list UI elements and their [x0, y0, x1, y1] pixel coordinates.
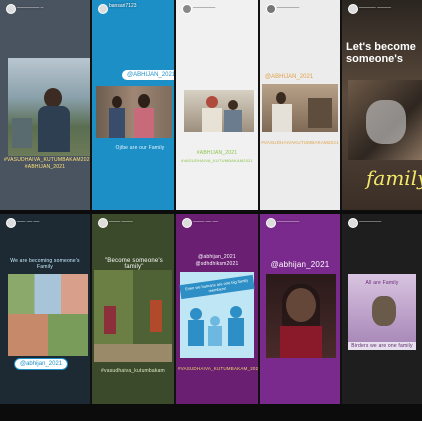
story-illustration: Even we humans are one big family member…: [179, 272, 255, 358]
story-username: ________: [277, 217, 300, 223]
story-card-4[interactable]: ________ @ABHIJAN_2021 #VASUDHAIVAKUTUMB…: [260, 0, 340, 210]
avatar: [6, 218, 16, 228]
story-card-8[interactable]: ____ __ __ @abhijan_2021 @sdhdhiksm2021 …: [176, 214, 258, 404]
story-hashtag: #vasudhaiva_kutumbakam: [101, 368, 165, 374]
avatar: [182, 218, 192, 228]
story-photo: [184, 90, 254, 132]
story-hashtag: #VASUDHAIVA_KUTUMBAKAM2021: [181, 158, 253, 163]
avatar: [266, 4, 276, 14]
story-photo: All are Family: [348, 274, 416, 344]
story-hashtag: #VASUDHAIVA_KUTUMBAKAM2021: [4, 157, 90, 163]
story-username: ________: [359, 217, 382, 223]
avatar: [266, 218, 276, 228]
avatar: [348, 218, 358, 228]
bottom-bar: [0, 404, 422, 421]
story-hashtag: #VASUDHAIVA_KUTUMBAKAM_2021: [178, 366, 258, 371]
story-mention-tag: @abhijan_2021: [14, 358, 69, 370]
avatar: [182, 4, 192, 14]
story-username: ________: [277, 3, 300, 9]
story-caption: We are becoming someone's Family: [10, 258, 80, 270]
story-photo: [8, 58, 90, 156]
story-username: ____ ____: [109, 217, 133, 223]
story-username: ________: [193, 3, 216, 9]
story-headline: Let's become someone's: [346, 41, 416, 65]
row-divider: [0, 210, 422, 214]
story-photo: [348, 80, 422, 160]
avatar: [348, 4, 358, 14]
avatar: [6, 4, 16, 14]
story-photo: [262, 84, 338, 132]
story-card-9[interactable]: ________ @abhijan_2021: [260, 214, 340, 404]
story-caption: Birders we are one family: [348, 342, 416, 350]
story-card-1[interactable]: ________ _ #VASUDHAIVA_KUTUMBAKAM2021 #A…: [0, 0, 90, 210]
story-photo: [96, 86, 172, 138]
story-banner: Even we humans are one big family member…: [179, 274, 255, 300]
story-mention-tag: @abhijan_2021: [270, 260, 330, 269]
story-card-6[interactable]: ___ __ __ We are becoming someone's Fami…: [0, 214, 90, 404]
story-card-5[interactable]: ______ _____ Let's become someone's fami…: [342, 0, 422, 210]
story-caption: Ojibe are our Family: [115, 145, 165, 151]
story-mention-tag: @ABHIJAN_2021: [265, 74, 314, 80]
story-hashtag: #ABHIJAN_2021: [196, 150, 238, 156]
story-mention-tag: @sdhdhiksm2021: [195, 261, 239, 267]
story-card-2[interactable]: bansari7123 @ABHIJAN_2021 Ojibe are our …: [92, 0, 174, 210]
story-hashtag: #VASUDHAIVAKUTUMBAKAM2021: [261, 140, 339, 145]
avatar: [98, 218, 108, 228]
story-mention-tag: @abhijan_2021: [198, 254, 236, 260]
story-card-10[interactable]: ________ All are Family Birders we are o…: [342, 214, 422, 404]
story-card-7[interactable]: ____ ____ "Become someone's family" #vas…: [92, 214, 174, 404]
story-script-text: family: [366, 166, 422, 190]
story-hashtag: #ABHIJAN_2021: [24, 164, 66, 170]
story-photo: [94, 270, 172, 362]
story-username: ________ _: [17, 3, 44, 9]
story-username: ___ __ __: [17, 217, 40, 223]
avatar: [98, 4, 108, 14]
story-title: All are Family: [365, 280, 399, 286]
story-photo-collage: [8, 274, 88, 356]
story-photo: [266, 274, 336, 358]
story-username: ______ _____: [359, 3, 391, 9]
stories-grid: ________ _ #VASUDHAIVA_KUTUMBAKAM2021 #A…: [0, 0, 422, 421]
story-card-3[interactable]: ________ #ABHIJAN_2021 #VASUDHAIVA_KUTUM…: [176, 0, 258, 210]
story-username: bansari7123: [109, 3, 137, 9]
story-title: "Become someone's family": [104, 258, 164, 270]
story-mention-tag: @ABHIJAN_2021: [122, 70, 174, 80]
story-username: ____ __ __: [193, 217, 219, 223]
